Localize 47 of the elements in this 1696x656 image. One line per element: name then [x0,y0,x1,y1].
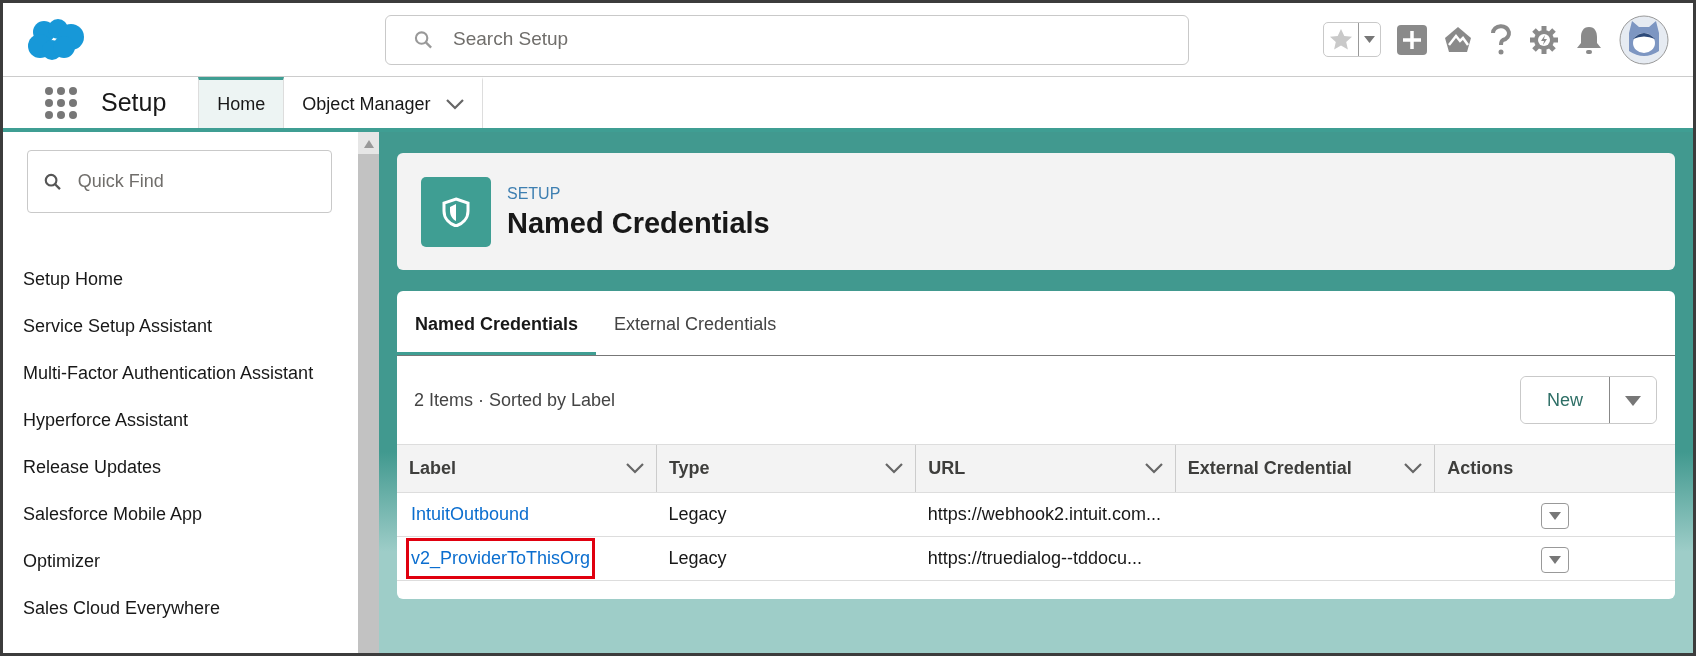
help-icon[interactable] [1489,23,1513,56]
tab[interactable]: Named Credentials [397,291,597,355]
caret-icon [1548,555,1561,564]
column-header[interactable]: URL [928,455,966,482]
shield-icon [421,176,491,247]
list-info: 2 Items · Sorted by Label [414,388,616,412]
sidebar-item[interactable]: Release Updates [3,444,358,491]
page-title: Named Credentials [507,206,770,241]
sidebar-item[interactable]: Sales Cloud Everywhere [3,585,358,632]
column-header[interactable]: Label [409,455,456,482]
notification-bell-icon[interactable] [1575,24,1603,55]
new-button[interactable]: New [1521,377,1610,423]
nav-tab[interactable]: Home [198,77,285,128]
caret-icon [1548,511,1561,520]
table-cell: Legacy [656,536,916,581]
caret-icon [1364,36,1375,43]
app-launcher-icon[interactable] [45,86,77,119]
add-icon[interactable] [1397,24,1427,55]
sidebar-item[interactable]: Salesforce Mobile App [3,491,358,538]
table-cell: https://webhook2.intuit.com... [915,492,1176,537]
cloud-logo[interactable] [27,18,85,61]
sidebar-item[interactable]: Hyperforce Assistant [3,397,358,444]
sidebar-item[interactable]: Setup Home [3,256,358,303]
record-link[interactable]: IntuitOutbound [409,497,532,532]
quick-find-box[interactable]: Quick Find [27,150,332,213]
column-header[interactable]: Actions [1447,455,1514,482]
sidebar-item[interactable]: Multi-Factor Authentication Assistant [3,350,358,397]
breadcrumb: SETUP [507,184,562,205]
search-icon [44,171,62,192]
row-actions-button[interactable] [1540,502,1569,529]
tab[interactable]: External Credentials [596,291,795,355]
caret-icon [1625,395,1641,406]
table-cell: https://truedialog--tddocu... [915,536,1176,581]
sidebar-item[interactable]: Optimizer [3,538,358,585]
scrollbar-thumb[interactable] [358,154,379,653]
sidebar-item[interactable]: Service Setup Assistant [3,303,358,350]
scroll-up-icon[interactable] [363,140,374,148]
mountain-icon[interactable] [1443,24,1473,55]
table-cell: Legacy [656,492,916,537]
settings-icon[interactable] [1529,24,1559,55]
app-name: Setup [101,86,168,118]
search-icon [414,29,434,50]
record-link[interactable]: v2_ProviderToThisOrg [409,541,593,576]
column-header[interactable]: Type [668,455,710,482]
search-box[interactable]: Search Setup [385,14,1189,65]
row-actions-button[interactable] [1540,546,1569,573]
avatar[interactable] [1619,14,1669,65]
